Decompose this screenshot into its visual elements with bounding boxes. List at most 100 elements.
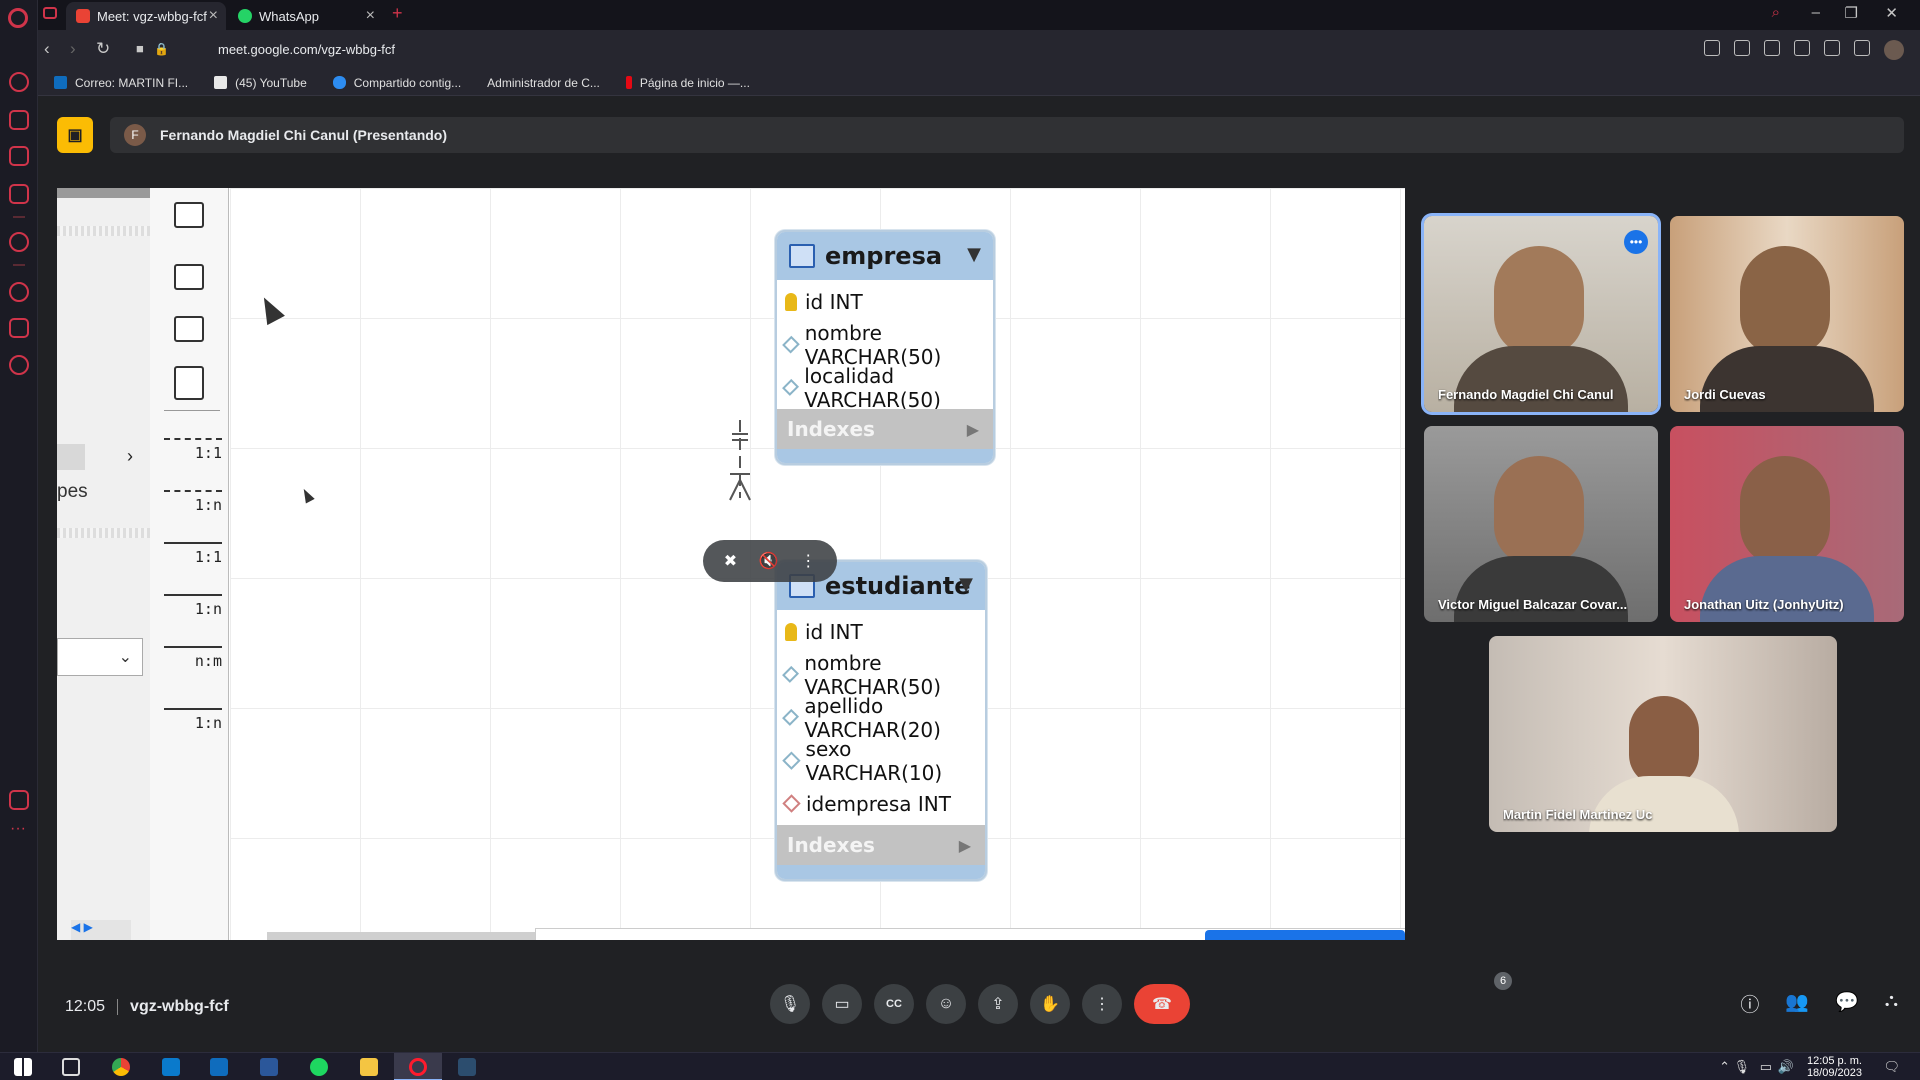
snapshot-camera-icon[interactable] (1734, 40, 1750, 56)
tab-close-icon[interactable]: × (366, 7, 375, 25)
entity-header[interactable]: empresa ▼ (777, 232, 993, 280)
camera-indicator-icon[interactable]: ■ (136, 41, 144, 56)
close-window-icon[interactable]: ✕ (1885, 4, 1898, 22)
bookmark-youtube[interactable]: (45) YouTube (214, 76, 307, 90)
twitch-icon[interactable] (9, 146, 29, 166)
opera-taskbar-icon[interactable] (409, 1058, 427, 1076)
workspace-icon[interactable] (43, 7, 57, 19)
participant-tile-jordi[interactable]: Jordi Cuevas (1670, 216, 1904, 412)
participant-tile-fernando[interactable]: ••• Fernando Magdiel Chi Canul (1424, 216, 1658, 412)
restore-icon[interactable]: ❐ (1845, 4, 1858, 22)
meeting-details-icon[interactable]: ⓘ (1740, 990, 1759, 1017)
back-icon[interactable]: ‹ (44, 39, 50, 59)
minimize-icon[interactable]: – (1812, 4, 1820, 21)
participant-tile-victor[interactable]: Victor Miguel Balcazar Covar... (1424, 426, 1658, 622)
column-row[interactable]: nombre VARCHAR(50) (777, 651, 985, 699)
outlook-taskbar-icon[interactable] (210, 1058, 228, 1076)
present-button[interactable]: ⇪ (978, 984, 1018, 1024)
history-icon[interactable] (9, 282, 29, 302)
activities-icon[interactable]: ⛬ (1885, 990, 1898, 1017)
system-clock[interactable]: 12:05 p. m. 18/09/2023 (1807, 1055, 1862, 1079)
forward-icon[interactable]: › (70, 39, 76, 59)
more-options-button[interactable]: ⋮ (1082, 984, 1122, 1024)
relationship-1-n-tool[interactable]: 1:n (164, 480, 222, 514)
download-icon[interactable] (1824, 40, 1840, 56)
relationship-connector[interactable] (710, 420, 770, 502)
view-tool-icon[interactable] (174, 316, 204, 342)
column-row[interactable]: localidad VARCHAR(50) (777, 364, 993, 412)
url-text[interactable]: meet.google.com/vgz-wbbg-fcf (218, 42, 395, 57)
camera-button[interactable]: ▭ (822, 984, 862, 1024)
lock-icon[interactable]: 🔒 (154, 42, 169, 56)
column-row[interactable]: nombre VARCHAR(50) (777, 321, 993, 369)
bookmark-admin[interactable]: Administrador de C... (487, 76, 600, 90)
tab-whatsapp[interactable]: WhatsApp × (228, 2, 383, 30)
tab-close-icon[interactable]: × (209, 7, 218, 25)
opera-logo-icon[interactable] (8, 8, 28, 28)
collapse-triangle-icon[interactable]: ▼ (959, 574, 973, 595)
bookmark-netflix[interactable]: Página de inicio —... (625, 76, 750, 90)
easy-setup-icon[interactable] (1854, 40, 1870, 56)
share-icon[interactable] (1704, 40, 1720, 56)
more-options-icon[interactable]: ⋮ (800, 551, 816, 571)
column-row[interactable]: apellido VARCHAR(20) (777, 694, 985, 742)
relationship-1-1-tool[interactable]: 1:1 (164, 428, 222, 462)
relationship-1-1-identifying-tool[interactable]: 1:1 (164, 532, 222, 566)
unpin-icon[interactable]: ✖ (724, 551, 737, 571)
shopping-icon[interactable] (9, 110, 29, 130)
column-row[interactable]: idempresa INT (777, 782, 985, 825)
participant-tile-martin[interactable]: Martin Fidel Martinez Uc (1489, 636, 1837, 832)
reload-icon[interactable]: ↻ (96, 39, 110, 59)
new-tab-icon[interactable]: + (392, 3, 403, 24)
raise-hand-button[interactable]: ✋ (1030, 984, 1070, 1024)
bookmark-onedrive[interactable]: Compartido contig... (332, 76, 461, 90)
tile-more-options-icon[interactable]: ••• (1624, 230, 1648, 254)
word-icon[interactable] (260, 1058, 278, 1076)
reactions-button[interactable]: ☺ (926, 984, 966, 1024)
relationship-existing-columns-tool[interactable]: 1:n (164, 698, 222, 732)
player-icon[interactable] (9, 232, 29, 252)
mysql-workbench-icon[interactable] (458, 1058, 476, 1076)
relationship-1-n-identifying-tool[interactable]: 1:n (164, 584, 222, 618)
leave-call-button[interactable]: ☎ (1134, 984, 1190, 1024)
tray-volume-icon[interactable]: 🔊 (1778, 1059, 1794, 1075)
send-icon[interactable] (1764, 40, 1780, 56)
indexes-section[interactable]: Indexes ▶ (777, 409, 993, 449)
panel-tab[interactable] (57, 444, 85, 470)
notifications-icon[interactable]: 🗨 (1883, 1059, 1900, 1075)
expand-chevron-icon[interactable]: › (127, 446, 133, 467)
indexes-section[interactable]: Indexes ▶ (777, 825, 985, 865)
tab-meet[interactable]: Meet: vgz-wbbg-fcf × (66, 2, 226, 30)
spotify-icon[interactable] (310, 1058, 328, 1076)
extensions-cube-icon[interactable] (9, 318, 29, 338)
panel-dropdown[interactable]: ⌄ (57, 638, 143, 676)
relationship-n-m-tool[interactable]: n:m (164, 636, 222, 670)
column-row[interactable]: id INT (777, 280, 993, 323)
table-tool-icon[interactable] (174, 264, 204, 290)
settings-gear-icon[interactable] (9, 355, 29, 375)
tray-mic-icon[interactable]: 🎙 (1733, 1059, 1750, 1075)
instagram-icon[interactable] (9, 184, 29, 204)
collapse-triangle-icon[interactable]: ▼ (967, 244, 981, 265)
file-explorer-icon[interactable] (360, 1058, 378, 1076)
microphone-button[interactable]: 🎙 (770, 984, 810, 1024)
vscode-icon[interactable] (162, 1058, 180, 1076)
chat-icon[interactable]: 💬 (1835, 990, 1859, 1017)
bookmark-outlook[interactable]: Correo: MARTIN FI... (54, 76, 188, 90)
participant-tile-jonathan[interactable]: Jonathan Uitz (JonhyUitz) (1670, 426, 1904, 622)
entity-estudiante[interactable]: estudiante ▼ id INT nombre VARCHAR(50) a… (775, 560, 987, 881)
heart-icon[interactable] (1794, 40, 1810, 56)
routine-tool-icon[interactable] (174, 366, 204, 400)
tray-network-icon[interactable]: ▭ (1760, 1059, 1772, 1075)
snapshot-icon[interactable] (9, 790, 29, 810)
search-tabs-icon[interactable]: ⌕ (1772, 4, 1780, 21)
column-row[interactable]: sexo VARCHAR(10) (777, 737, 985, 785)
speed-dial-icon[interactable] (9, 72, 29, 92)
entity-empresa[interactable]: empresa ▼ id INT nombre VARCHAR(50) loca… (775, 230, 995, 465)
panel-nav-arrows[interactable]: ◀ ▶ (71, 920, 131, 940)
captions-button[interactable]: CC (874, 984, 914, 1024)
sidebar-more-icon[interactable]: ··· (10, 820, 26, 838)
mute-presentation-icon[interactable]: 🔇 (759, 551, 779, 571)
stop-presenting-button[interactable]: ▣ (57, 117, 93, 153)
tray-chevron-icon[interactable]: ⌃ (1719, 1059, 1730, 1075)
